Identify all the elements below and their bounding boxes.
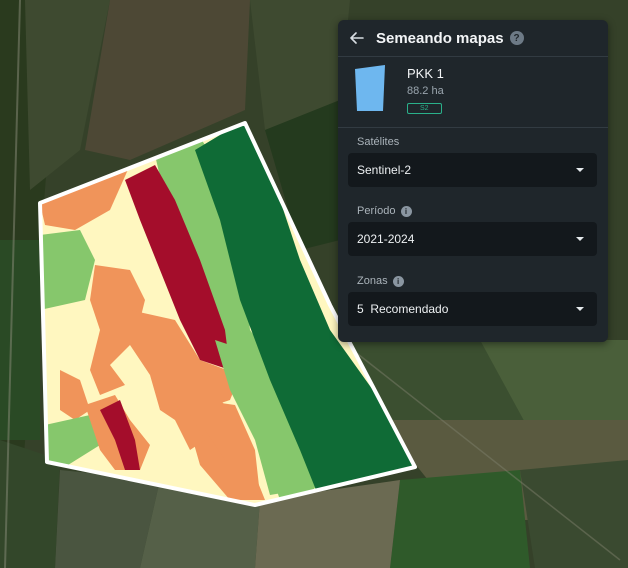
arrow-left-icon[interactable] xyxy=(350,29,368,47)
period-label: Período i xyxy=(357,205,412,217)
period-value: 2021-2024 xyxy=(357,232,415,246)
field-name: PKK 1 xyxy=(407,66,444,81)
zones-label: Zonas i xyxy=(357,275,404,287)
panel-header: Semeando mapas ? xyxy=(338,20,608,57)
field-thumbnail xyxy=(355,65,385,111)
satellites-value: Sentinel-2 xyxy=(357,163,412,177)
field-card[interactable]: PKK 1 88.2 ha S2 xyxy=(338,57,608,128)
field-area: 88.2 ha xyxy=(407,85,444,97)
info-circle-icon[interactable]: i xyxy=(392,275,404,287)
caret-down-icon xyxy=(576,307,584,311)
satellites-label-text: Satélites xyxy=(357,136,400,148)
question-circle-icon[interactable]: ? xyxy=(509,31,524,45)
info-circle-icon[interactable]: i xyxy=(400,205,412,217)
period-dropdown[interactable]: 2021-2024 xyxy=(348,222,597,256)
satellite-badge: S2 xyxy=(407,103,442,114)
caret-down-icon xyxy=(576,237,584,241)
zones-label-text: Zonas xyxy=(357,275,388,287)
panel-title: Semeando mapas xyxy=(376,29,504,47)
satellites-label: Satélites xyxy=(357,136,399,148)
caret-down-icon xyxy=(576,168,584,172)
zones-value: 5 Recomendado xyxy=(357,302,449,316)
zones-dropdown[interactable]: 5 Recomendado xyxy=(348,292,597,326)
satellites-dropdown[interactable]: Sentinel-2 xyxy=(348,153,597,187)
period-label-text: Período xyxy=(357,205,396,217)
seeding-maps-panel: Semeando mapas ? PKK 1 88.2 ha S2 Satéli… xyxy=(338,20,608,342)
